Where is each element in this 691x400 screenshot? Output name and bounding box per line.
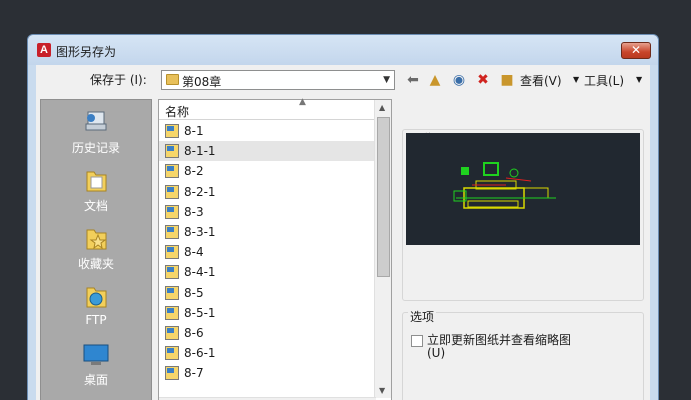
column-header-name[interactable]: 名称 ▲ [159, 97, 376, 120]
file-name: 8-4-1 [184, 265, 216, 280]
dwg-file-icon [165, 144, 179, 159]
dwg-file-icon [165, 346, 179, 361]
file-name: 8-1-1 [184, 144, 216, 159]
preview-image [406, 133, 640, 245]
file-name: 8-7 [184, 366, 204, 381]
file-rows: 8-1 8-1-1 8-2 8-2-1 8-3 8-3-1 8-4 8-4-1 8-5 8-5-1… [159, 121, 376, 383]
dwg-file-icon [165, 124, 179, 138]
dwg-file-icon [165, 245, 179, 260]
place-ftp[interactable]: FTP [41, 282, 151, 327]
file-row[interactable]: 8-3 [159, 202, 376, 222]
favorites-folder-icon [82, 224, 110, 252]
desktop-icon [82, 340, 110, 368]
chevron-down-icon[interactable]: ▼ [383, 75, 390, 85]
column-header-label: 名称 [165, 105, 190, 119]
save-as-dialog: A 图形另存为 ✕ 保存于 (I): 第08章 ▼ ⬅ ▲ ◉ ✖ ■ 查看(V… [27, 34, 659, 400]
ftp-icon [82, 282, 110, 310]
update-thumbnail-checkbox[interactable] [411, 335, 423, 347]
file-name: 8-2-1 [184, 184, 216, 199]
file-name: 8-6-1 [184, 346, 216, 361]
save-in-combobox[interactable]: 第08章 ▼ [161, 70, 395, 90]
file-row[interactable]: 8-3-1 [159, 222, 376, 242]
file-row[interactable]: 8-2-1 [159, 182, 376, 202]
dwg-file-icon [165, 285, 179, 300]
update-thumbnail-label[interactable]: 立即更新图纸并查看缩略图(U) [427, 334, 587, 360]
file-row[interactable]: 8-5-1 [159, 303, 376, 323]
file-row[interactable]: 8-4-1 [159, 262, 376, 282]
file-row[interactable]: 8-1 [159, 121, 376, 141]
file-row[interactable]: 8-1-1 [159, 141, 376, 162]
autocad-icon: A [37, 43, 51, 57]
search-web-icon[interactable]: ◉ [450, 71, 468, 89]
dialog-title: 图形另存为 [56, 45, 117, 59]
place-desktop[interactable]: 桌面 [41, 340, 151, 388]
place-label: FTP [85, 313, 107, 327]
sort-ascending-icon: ▲ [299, 97, 306, 107]
file-name: 8-2 [184, 164, 204, 179]
place-favorites[interactable]: 收藏夹 [41, 224, 151, 272]
file-row[interactable]: 8-4 [159, 242, 376, 262]
place-label: 桌面 [83, 373, 108, 387]
tools-menu[interactable]: 工具(L) [584, 72, 624, 89]
places-bar: 历史记录 文档 收藏夹 FTP 桌面 [40, 99, 152, 400]
place-label: 历史记录 [71, 141, 120, 155]
close-button[interactable]: ✕ [621, 42, 651, 59]
place-documents[interactable]: 文档 [41, 166, 151, 214]
views-dropdown-icon[interactable]: ▼ [573, 75, 579, 84]
views-menu[interactable]: 查看(V) [520, 72, 562, 89]
dialog-body: 保存于 (I): 第08章 ▼ ⬅ ▲ ◉ ✖ ■ 查看(V) ▼ 工具(L) … [36, 65, 650, 400]
place-label: 文档 [83, 199, 108, 213]
title-bar[interactable]: A 图形另存为 ✕ [28, 35, 658, 65]
file-name: 8-3 [184, 204, 204, 219]
file-row[interactable]: 8-6 [159, 323, 376, 343]
file-name: 8-5-1 [184, 305, 216, 320]
scroll-up-icon[interactable]: ▲ [379, 103, 385, 112]
file-name: 8-3-1 [184, 224, 216, 239]
scroll-down-icon[interactable]: ▼ [379, 386, 385, 395]
file-row[interactable]: 8-2 [159, 161, 376, 181]
options-label: 选项 [408, 308, 437, 325]
back-icon[interactable]: ⬅ [404, 71, 422, 89]
dwg-file-icon [165, 305, 179, 320]
file-row[interactable]: 8-5 [159, 283, 376, 303]
place-label: 收藏夹 [77, 257, 114, 271]
scroll-thumb[interactable] [377, 117, 390, 277]
file-row[interactable]: 8-7 [159, 363, 376, 383]
dwg-file-icon [165, 164, 179, 179]
file-name: 8-5 [184, 285, 204, 300]
history-icon [82, 108, 110, 136]
up-folder-icon[interactable]: ▲ [426, 71, 444, 89]
file-row[interactable]: 8-6-1 [159, 343, 376, 363]
file-list[interactable]: 名称 ▲ 8-1 8-1-1 8-2 8-2-1 8-3 8-3-1 8-4 8-4-1 8-5… [158, 97, 392, 400]
documents-folder-icon [82, 166, 110, 194]
dwg-file-icon [165, 265, 179, 280]
save-in-label: 保存于 (I): [90, 73, 147, 87]
file-name: 8-6 [184, 325, 204, 340]
folder-icon [166, 74, 179, 85]
new-folder-icon[interactable]: ■ [498, 71, 516, 89]
file-name: 8-4 [184, 245, 204, 260]
vertical-scrollbar[interactable]: ▲ ▼ [374, 100, 391, 398]
delete-icon[interactable]: ✖ [474, 71, 492, 89]
current-folder: 第08章 [182, 75, 222, 89]
dwg-file-icon [165, 204, 179, 219]
dwg-file-icon [165, 366, 179, 381]
dwg-file-icon [165, 325, 179, 340]
file-name: 8-1 [184, 124, 204, 138]
tools-dropdown-icon[interactable]: ▼ [636, 75, 642, 84]
place-history[interactable]: 历史记录 [41, 108, 151, 156]
dwg-file-icon [165, 224, 179, 239]
dwg-file-icon [165, 184, 179, 199]
